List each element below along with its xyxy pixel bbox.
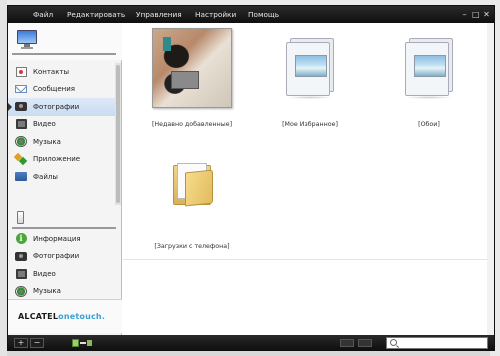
sidebar-item-video[interactable]: Видео <box>8 116 116 134</box>
album-phone-downloads[interactable]: [Загрузки с телефона] <box>142 159 242 250</box>
menu-help[interactable]: Помощь <box>248 10 279 19</box>
app-window: Файл Редактировать Управления Настройки … <box>7 5 495 351</box>
sidebar: Контакты Сообщения Фотографии Видео Музы… <box>8 23 122 335</box>
search-box[interactable] <box>386 337 488 349</box>
selected-arrow-icon <box>8 103 12 111</box>
sidebar-item-label: Файлы <box>33 172 58 181</box>
page-next-button[interactable] <box>358 339 372 347</box>
sidebar-item-files[interactable]: Файлы <box>8 168 116 186</box>
sidebar-item-info[interactable]: i Информация <box>8 230 116 248</box>
search-input[interactable] <box>400 338 486 348</box>
divider <box>12 227 116 229</box>
connection-status-icon <box>72 338 94 348</box>
sidebar-item-label: Информация <box>33 234 81 243</box>
menu-bar: Файл Редактировать Управления Настройки … <box>8 6 494 23</box>
sidebar-item-label: Музыка <box>33 137 61 146</box>
sidebar-item-contacts[interactable]: Контакты <box>8 63 116 81</box>
search-icon <box>390 339 397 346</box>
messages-icon <box>15 84 27 95</box>
sidebar-item-phone-music[interactable]: Музыка <box>8 283 116 301</box>
sidebar-item-label: Музыка <box>33 287 61 296</box>
video-icon <box>15 268 27 279</box>
album-favorites[interactable]: [Мое Избранное] <box>260 28 360 128</box>
album-wallpapers[interactable]: [Обои] <box>379 28 479 128</box>
phone-icon <box>17 211 24 224</box>
minimize-icon[interactable]: – <box>461 11 468 19</box>
music-icon <box>15 285 27 297</box>
desktop-background-left <box>0 0 7 356</box>
video-icon <box>15 119 27 130</box>
sidebar-item-label: Видео <box>33 120 56 129</box>
sidebar-item-label: Фотографии <box>33 252 80 261</box>
album-caption: [Обои] <box>418 121 440 128</box>
applications-icon <box>15 154 27 165</box>
scrollbar-thumb[interactable] <box>116 65 120 203</box>
files-icon <box>15 171 27 182</box>
album-caption: [Мое Избранное] <box>282 121 338 128</box>
content-scrollbar[interactable] <box>487 23 494 335</box>
picture-album-icon <box>284 38 336 99</box>
phone-device-header[interactable] <box>8 209 122 229</box>
add-button[interactable]: + <box>14 338 28 348</box>
music-icon <box>15 136 27 148</box>
sidebar-item-label: Видео <box>33 269 56 278</box>
folder-icon <box>171 159 215 207</box>
camera-icon <box>15 251 27 262</box>
sidebar-item-messages[interactable]: Сообщения <box>8 81 116 99</box>
computer-device-header[interactable] <box>8 23 122 60</box>
sidebar-item-label: Сообщения <box>33 85 76 94</box>
info-icon: i <box>15 233 27 245</box>
close-icon[interactable]: ✕ <box>483 11 490 19</box>
album-recently-added[interactable]: [Недавно добавленные] <box>142 28 242 128</box>
picture-album-icon <box>403 38 455 99</box>
sidebar-item-photos[interactable]: Фотографии <box>8 98 116 116</box>
page-prev-button[interactable] <box>340 339 354 347</box>
computer-icon <box>17 30 37 49</box>
sidebar-item-phone-video[interactable]: Видео <box>8 265 116 283</box>
album-grid: [Недавно добавленные] [Мое Избранное] [О… <box>123 23 487 335</box>
contacts-icon <box>15 66 27 77</box>
sidebar-item-label: Фотографии <box>33 102 80 111</box>
phone-nav: i Информация Фотографии Видео Музыка <box>8 230 116 300</box>
album-caption: [Загрузки с телефона] <box>154 243 230 250</box>
alcatel-onetouch-logo: ALCATELonetouch. <box>18 312 106 321</box>
menu-settings[interactable]: Настройки <box>195 10 236 19</box>
sidebar-item-label: Контакты <box>33 67 70 76</box>
menu-file[interactable]: Файл <box>33 10 53 19</box>
camera-icon <box>15 101 27 112</box>
sidebar-scrollbar[interactable] <box>115 63 121 205</box>
album-caption: [Недавно добавленные] <box>151 121 233 128</box>
brand-area: ALCATELonetouch. <box>8 299 122 333</box>
sidebar-item-music[interactable]: Музыка <box>8 133 116 151</box>
bottom-toolbar: + − <box>8 335 494 351</box>
menu-edit[interactable]: Редактировать <box>67 10 125 19</box>
divider <box>12 53 116 55</box>
photo-thumbnail <box>152 28 232 108</box>
sidebar-item-applications[interactable]: Приложение <box>8 151 116 169</box>
maximize-icon[interactable]: □ <box>472 11 480 19</box>
menu-manage[interactable]: Управления <box>136 10 182 19</box>
divider <box>123 259 487 260</box>
sidebar-item-label: Приложение <box>33 155 81 164</box>
remove-button[interactable]: − <box>30 338 44 348</box>
sidebar-item-phone-photos[interactable]: Фотографии <box>8 248 116 266</box>
computer-nav: Контакты Сообщения Фотографии Видео Музы… <box>8 63 116 186</box>
